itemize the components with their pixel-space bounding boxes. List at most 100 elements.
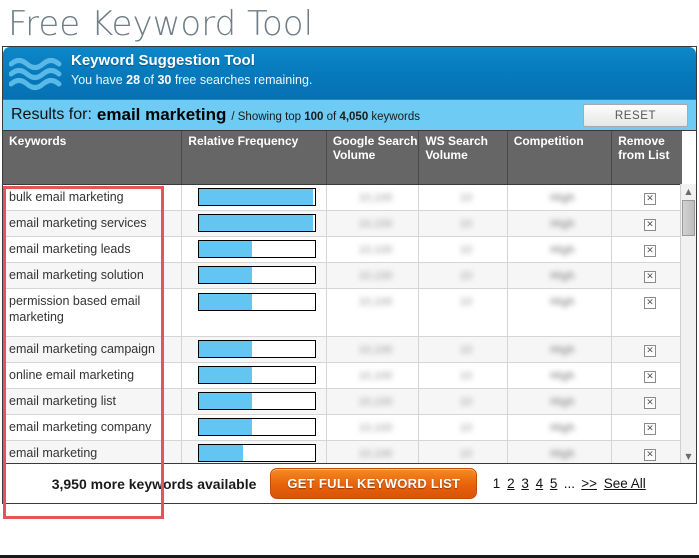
remove-cell: ✕ [611, 288, 682, 337]
ws-search-volume-cell: 10 [418, 362, 508, 389]
page-link-4[interactable]: 4 [536, 476, 544, 491]
remove-x-icon[interactable]: ✕ [644, 422, 657, 435]
frequency-bar-fill [199, 419, 253, 435]
pagination: 1 2 3 4 5 ... >> See All [491, 476, 647, 491]
tool-header: Keyword Suggestion Tool You have 28 of 3… [3, 47, 696, 99]
summary-suffix: keywords [368, 110, 420, 123]
obscured-value: 10 [459, 270, 473, 282]
results-label: Results for: [11, 106, 92, 123]
searches-total: 30 [157, 73, 172, 87]
remove-x-icon[interactable]: ✕ [644, 218, 657, 231]
page-link-3[interactable]: 3 [521, 476, 529, 491]
obscured-value: 10 [459, 344, 473, 356]
table-header-row: Keywords Relative Frequency Google Searc… [3, 131, 682, 185]
relative-frequency-cell [181, 336, 327, 363]
remove-cell: ✕ [611, 388, 682, 415]
scroll-up-arrow-icon[interactable]: ▲ [681, 184, 696, 198]
reset-button[interactable]: RESET [583, 104, 688, 127]
page-link-1: 1 [492, 476, 501, 491]
ws-search-volume-cell: 10 [418, 388, 508, 415]
searches-suffix: free searches remaining. [171, 73, 313, 87]
remove-x-icon[interactable]: ✕ [644, 270, 657, 283]
frequency-bar [198, 214, 317, 232]
relative-frequency-cell [181, 184, 327, 211]
competition-cell: High [507, 184, 613, 211]
keyword-cell: email marketing list [3, 388, 183, 415]
competition-cell: High [507, 262, 613, 289]
keyword-tool-widget: Keyword Suggestion Tool You have 28 of 3… [2, 46, 697, 504]
remove-cell: ✕ [611, 262, 682, 289]
results-summary: / Showing top 100 of 4,050 keywords [231, 108, 420, 123]
obscured-value: 10 [459, 244, 473, 256]
ws-search-volume-cell: 10 [418, 262, 508, 289]
obscured-value: High [550, 448, 575, 460]
remove-cell: ✕ [611, 236, 682, 263]
searches-remaining: You have 28 of 30 free searches remainin… [71, 71, 312, 89]
competition-cell: High [507, 362, 613, 389]
table-scrollbar[interactable]: ▲ ▼ [680, 184, 696, 463]
see-all-link[interactable]: See All [604, 476, 646, 491]
results-table-clip: Keywords Relative Frequency Google Searc… [3, 131, 682, 463]
frequency-bar [198, 188, 317, 206]
column-header-keywords[interactable]: Keywords [3, 131, 183, 185]
ws-search-volume-cell: 10 [418, 288, 508, 337]
remove-x-icon[interactable]: ✕ [644, 296, 657, 309]
competition-cell: High [507, 288, 613, 337]
relative-frequency-cell [181, 414, 327, 441]
competition-cell: High [507, 414, 613, 441]
summary-total: 4,050 [339, 110, 369, 123]
column-header-relative-frequency[interactable]: Relative Frequency [181, 131, 327, 185]
free-keyword-tool-page: Free Keyword Tool Keyword Suggestion Too… [0, 0, 699, 558]
competition-cell: High [507, 236, 613, 263]
remove-x-icon[interactable]: ✕ [644, 448, 657, 461]
summary-mid: of [323, 110, 340, 123]
frequency-bar [198, 444, 317, 462]
summary-prefix: / Showing top [231, 110, 305, 123]
next-page-link[interactable]: >> [581, 476, 597, 491]
relative-frequency-cell [181, 362, 327, 389]
remove-cell: ✕ [611, 414, 682, 441]
frequency-bar-fill [199, 241, 253, 257]
obscured-value: High [550, 370, 575, 382]
remove-cell: ✕ [611, 440, 682, 463]
table-row: email marketing services 10,100 10 High ✕ [3, 210, 682, 237]
obscured-value: 10,100 [358, 192, 393, 204]
keyword-cell: email marketing company [3, 414, 183, 441]
ws-search-volume-cell: 10 [418, 184, 508, 211]
competition-cell: High [507, 210, 613, 237]
column-header-google-search-volume[interactable]: Google Search Volume [326, 131, 420, 185]
competition-cell: High [507, 336, 613, 363]
google-search-volume-cell: 10,100 [326, 362, 420, 389]
page-link-2[interactable]: 2 [507, 476, 515, 491]
scroll-down-arrow-icon[interactable]: ▼ [681, 449, 696, 463]
google-search-volume-cell: 10,100 [326, 184, 420, 211]
table-row: email marketing 10,100 10 High ✕ [3, 440, 682, 463]
page-link-5[interactable]: 5 [550, 476, 558, 491]
remove-x-icon[interactable]: ✕ [644, 396, 657, 409]
table-row: email marketing list 10,100 10 High ✕ [3, 388, 682, 415]
keyword-cell: email marketing solution [3, 262, 183, 289]
frequency-bar-fill [199, 341, 253, 357]
obscured-value: 10,100 [358, 218, 393, 230]
remove-x-icon[interactable]: ✕ [644, 344, 657, 357]
frequency-bar-fill [199, 293, 253, 310]
summary-count: 100 [304, 110, 324, 123]
wave-logo-icon [9, 58, 62, 90]
obscured-value: 10 [459, 218, 473, 230]
relative-frequency-cell [181, 440, 327, 463]
remove-x-icon[interactable]: ✕ [644, 244, 657, 257]
ws-search-volume-cell: 10 [418, 236, 508, 263]
column-header-competition[interactable]: Competition [507, 131, 613, 185]
remove-cell: ✕ [611, 336, 682, 363]
frequency-bar [198, 292, 317, 311]
google-search-volume-cell: 10,100 [326, 236, 420, 263]
column-header-remove-from-list[interactable]: Remove from List [611, 131, 682, 185]
remove-x-icon[interactable]: ✕ [644, 192, 657, 205]
get-full-keyword-list-button[interactable]: GET FULL KEYWORD LIST [270, 468, 478, 499]
column-header-ws-search-volume[interactable]: WS Search Volume [418, 131, 508, 185]
remove-x-icon[interactable]: ✕ [644, 370, 657, 383]
scrollbar-thumb[interactable] [682, 200, 695, 236]
ws-search-volume-cell: 10 [418, 440, 508, 463]
results-table-viewport: Keywords Relative Frequency Google Searc… [3, 131, 696, 463]
obscured-value: High [550, 218, 575, 230]
